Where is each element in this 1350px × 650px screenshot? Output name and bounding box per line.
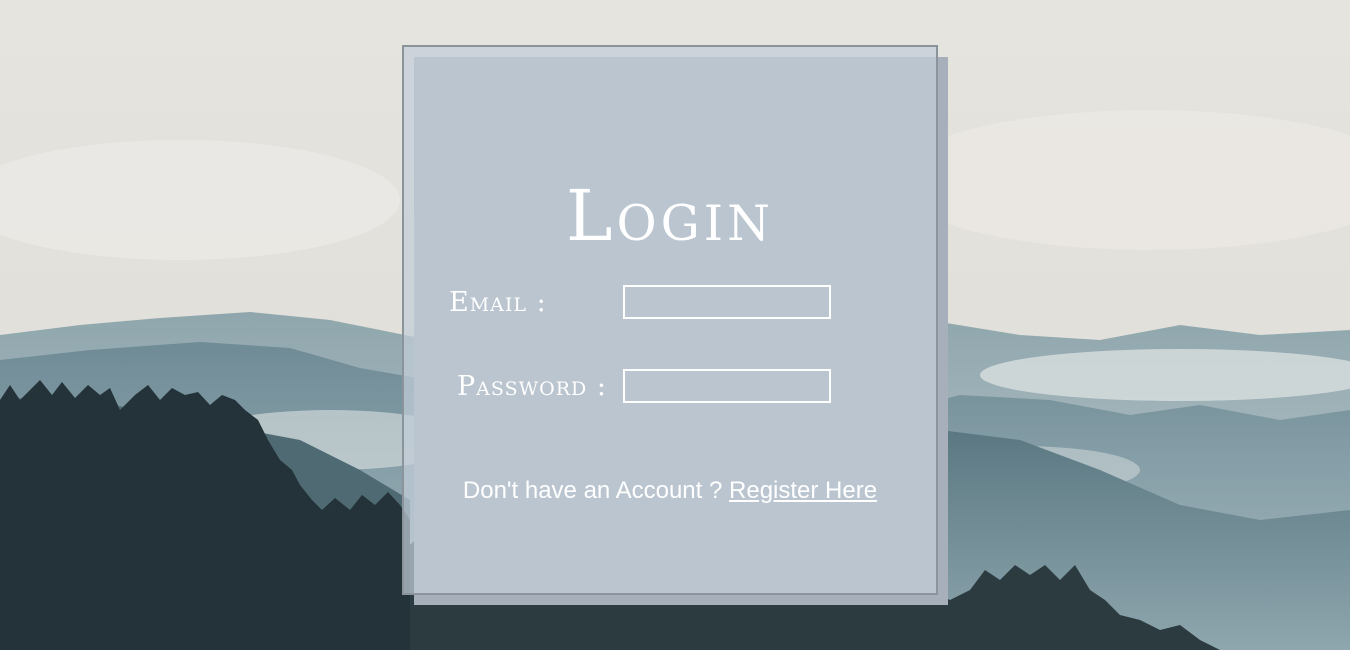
register-link[interactable]: Register Here xyxy=(729,477,877,504)
email-label: Email : xyxy=(449,287,547,318)
email-field[interactable] xyxy=(623,285,831,319)
register-prompt-text: Don't have an Account ? xyxy=(462,477,723,504)
login-title: Login xyxy=(565,175,775,257)
password-field[interactable] xyxy=(623,369,831,403)
login-card: Login Email : Password : Don't have an A… xyxy=(402,45,938,595)
register-prompt-line: Don't have an Account ? Register Here xyxy=(404,479,936,503)
password-label: Password : xyxy=(457,371,607,402)
